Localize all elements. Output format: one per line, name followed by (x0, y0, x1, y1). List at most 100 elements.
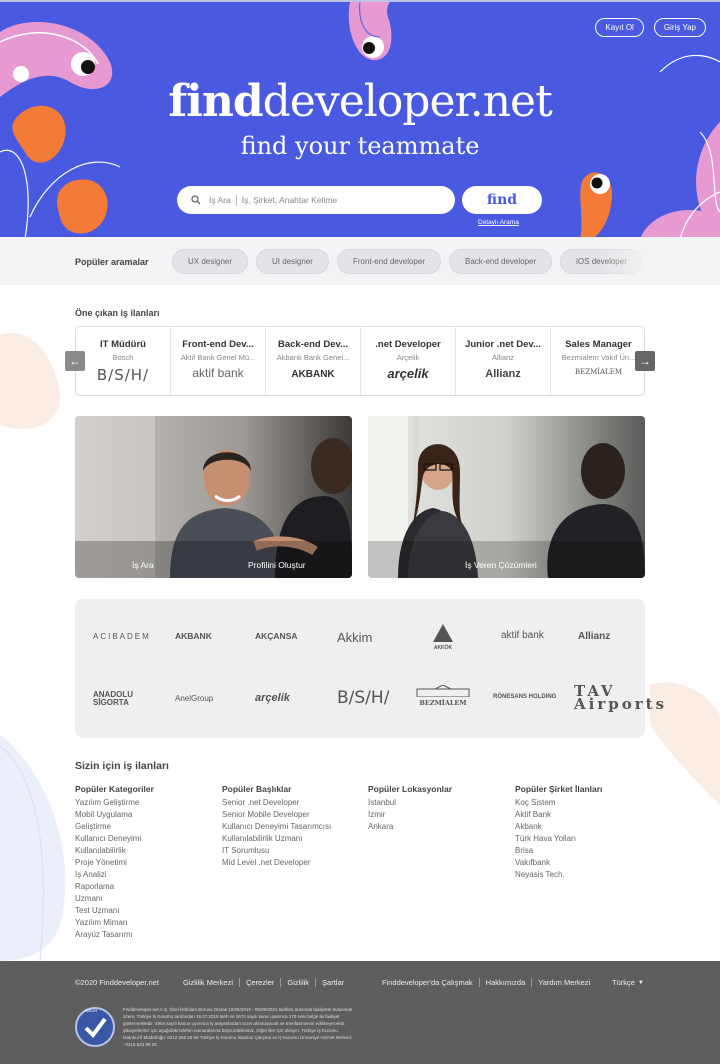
arrow-right-icon: → (639, 354, 651, 368)
job-title: Sales Manager (565, 339, 632, 350)
footer-link-cookies[interactable]: Çerezler (246, 978, 274, 987)
column-heading: Popüler Lokasyonlar (368, 784, 453, 794)
partner-logo[interactable]: AKBANK (175, 631, 212, 641)
chip-front-end[interactable]: Front-end developer (336, 249, 441, 274)
partner-logo[interactable]: ACIBADEM (93, 632, 151, 641)
featured-jobs-carousel: IT Müdürü Bosch B/S/H/ Front-end Dev... … (75, 326, 645, 396)
language-label: Türkçe (612, 978, 635, 987)
list-item[interactable]: IT Sorumlusu (222, 845, 331, 857)
akkok-triangle-icon (433, 624, 453, 642)
logo-bold: find (168, 76, 263, 127)
list-item[interactable]: Kullanılabilirlik (75, 845, 154, 857)
chip-back-end[interactable]: Back-end developer (449, 249, 553, 274)
handshake-photo (75, 416, 352, 578)
language-selector[interactable]: Türkçe ▼ (612, 978, 644, 987)
list-item[interactable]: Brisa (515, 845, 602, 857)
partner-logo[interactable]: RÖNESANS HOLDING (493, 694, 556, 700)
featured-job-card[interactable]: .net Developer Arçelik arçelik (361, 327, 456, 395)
list-item[interactable]: Arayüz Tasarımı (75, 929, 154, 941)
list-item[interactable]: İş Analizi (75, 869, 154, 881)
job-title: .net Developer (375, 339, 441, 350)
logo-rest: developer.net (262, 76, 553, 127)
footer-link-privacy[interactable]: Gizlilik (287, 978, 309, 987)
create-profile-label[interactable]: Profilini Oluştur (248, 560, 306, 570)
list-item[interactable]: Raporlama (75, 881, 154, 893)
list-item[interactable]: İzmir (368, 809, 452, 821)
site-logo[interactable]: finddeveloper.net (0, 76, 720, 127)
find-button[interactable]: find (462, 186, 542, 214)
list-item[interactable]: Yazılım Geliştirme (75, 797, 154, 809)
list-item[interactable]: Senior .net Developer (222, 797, 331, 809)
search-label: İş Ara (209, 195, 231, 205)
list-item[interactable]: Vakıfbank (515, 857, 602, 869)
list-item[interactable]: Mid Level .net Developer (222, 857, 331, 869)
job-company: Aktif Bank Genel Mü... (180, 353, 256, 362)
list-item[interactable]: Ankara (368, 821, 452, 833)
list-item[interactable]: Akbank (515, 821, 602, 833)
partner-logo[interactable]: AKÇANSA (255, 631, 298, 641)
interview-photo (368, 416, 645, 578)
carousel-next-button[interactable]: → (635, 351, 655, 371)
login-button[interactable]: Giriş Yap (653, 18, 706, 37)
search-bar[interactable]: İş Ara İş, Şirket, Anahtar Kelime (177, 186, 455, 214)
employer-solutions-card[interactable]: İş Veren Çözümleri (368, 416, 645, 578)
partner-logo[interactable]: ANADOLU SİGORTA (93, 691, 148, 707)
arrow-left-icon: ← (69, 354, 81, 368)
register-button[interactable]: Kayıt Ol (595, 18, 644, 37)
footer-link-help[interactable]: Yardım Merkezi (538, 978, 590, 987)
footer-link-careers[interactable]: Finddeveloper'da Çalışmak (382, 978, 473, 987)
list-item[interactable]: İstanbul (368, 797, 452, 809)
partner-logos: ACIBADEM AKBANK AKÇANSA Akkim AKKÖK akti… (75, 599, 664, 738)
chip-ui-designer[interactable]: UI designer (256, 249, 329, 274)
list-item[interactable]: Koç Sistem (515, 797, 602, 809)
iskur-badge[interactable] (75, 1007, 115, 1047)
featured-job-card[interactable]: Junior .net Dev... Allianz Allianz (456, 327, 551, 395)
partner-logo[interactable]: Allianz (578, 631, 610, 642)
featured-job-card[interactable]: Sales Manager Bezmialem Vakıf Ün... BEZM… (551, 327, 644, 395)
job-company: Bezmialem Vakıf Ün... (561, 353, 636, 362)
company-logo: Allianz (485, 368, 521, 380)
list-item[interactable]: Kullanıcı Deneyimi Tasarımcısı (222, 821, 331, 833)
list-item[interactable]: Yazılım Mimarı (75, 917, 154, 929)
list-item[interactable]: Aktif Bank (515, 809, 602, 821)
search-input[interactable]: İş, Şirket, Anahtar Kelime (242, 195, 337, 205)
list-item[interactable]: Test Uzmanı (75, 905, 154, 917)
list-item[interactable]: Mobil Uygulama (75, 809, 154, 821)
popular-locations: Popüler Lokasyonlar İstanbul İzmir Ankar… (368, 784, 452, 833)
job-search-card[interactable]: İş Ara Profilini Oluştur (75, 416, 352, 578)
list-item[interactable]: Geliştirme (75, 821, 154, 833)
advanced-search-link[interactable]: Detaylı Arama (478, 219, 519, 226)
carousel-prev-button[interactable]: ← (65, 351, 85, 371)
search-icon (191, 195, 201, 205)
partner-logo[interactable]: B/S/H/ (337, 688, 389, 708)
partner-logo[interactable]: BEZMİALEM (415, 684, 471, 707)
partner-logo[interactable]: AnelGroup (175, 694, 213, 703)
featured-job-card[interactable]: Back-end Dev... Akbank Bank Genel... AKB… (266, 327, 361, 395)
footer-link-privacy-center[interactable]: Gizlilik Merkezi (183, 978, 233, 987)
list-item[interactable]: Senior Mobile Developer (222, 809, 331, 821)
footer-link-about[interactable]: Hakkımızda (486, 978, 526, 987)
partner-logo[interactable]: aktif bank (501, 630, 544, 641)
partner-logo[interactable]: TAV Airports (574, 684, 664, 712)
featured-job-card[interactable]: IT Müdürü Bosch B/S/H/ (76, 327, 171, 395)
partner-logo[interactable]: arçelik (255, 692, 290, 704)
list-item[interactable]: Kullanılabilirlik Uzmanı (222, 833, 331, 845)
list-item[interactable]: Proje Yönetimi (75, 857, 154, 869)
list-item[interactable]: Kullanıcı Deneyimi (75, 833, 154, 845)
list-item[interactable]: Uzmanı (75, 893, 154, 905)
footer-link-terms[interactable]: Şartlar (322, 978, 344, 987)
job-company: Allianz (491, 353, 515, 362)
iskur-check-icon (84, 1017, 107, 1039)
job-title: Back-end Dev... (277, 339, 349, 350)
chip-ux-designer[interactable]: UX designer (172, 249, 249, 274)
job-title: Front-end Dev... (182, 339, 254, 350)
featured-job-card[interactable]: Front-end Dev... Aktif Bank Genel Mü... … (171, 327, 266, 395)
company-logo: aktif bank (192, 366, 244, 380)
popular-label: Popüler aramalar (75, 257, 149, 267)
list-item[interactable]: Neyasis Tech. (515, 869, 602, 881)
job-company: Akbank Bank Genel... (276, 353, 350, 362)
list-item[interactable]: Türk Hava Yolları (515, 833, 602, 845)
partner-logo[interactable]: AKKÖK (432, 623, 454, 651)
partner-logo[interactable]: Akkim (337, 630, 372, 645)
for-you-title: Sizin için iş ilanları (75, 760, 169, 772)
